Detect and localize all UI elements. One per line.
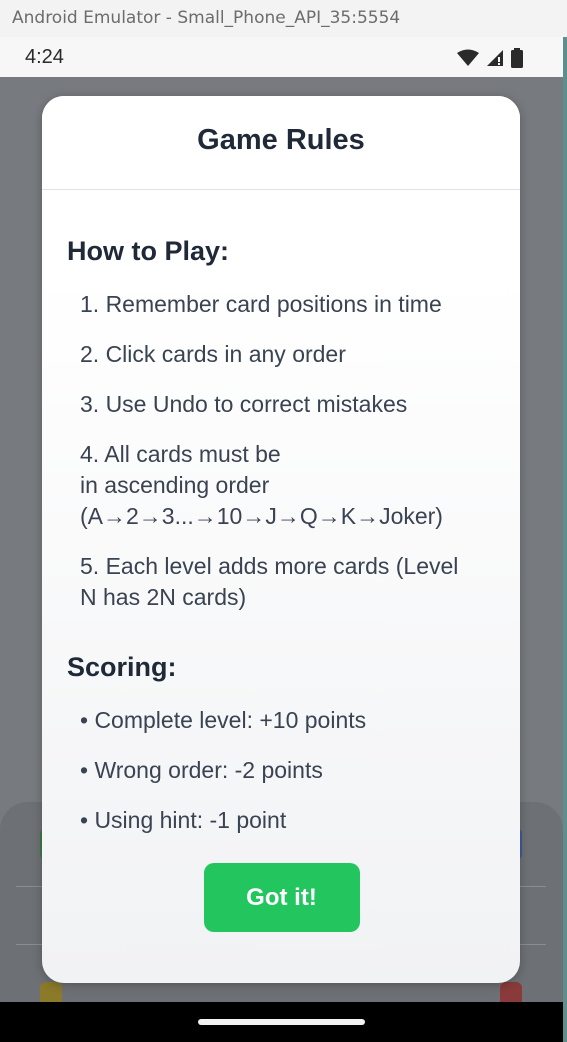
emulator-title-bar: Android Emulator - Small_Phone_API_35:55… bbox=[0, 0, 567, 37]
scoring-item: • Complete level: +10 points bbox=[80, 707, 367, 733]
signal-icon bbox=[487, 50, 503, 66]
navigation-bar bbox=[0, 1002, 563, 1042]
how-to-play-heading: How to Play: bbox=[67, 236, 230, 266]
modal-title: Game Rules bbox=[197, 124, 365, 156]
status-icons bbox=[457, 47, 523, 69]
scoring-heading: Scoring: bbox=[67, 652, 177, 682]
battery-icon bbox=[511, 48, 523, 68]
scoring-item: • Wrong order: -2 points bbox=[80, 757, 323, 783]
status-time: 4:24 bbox=[25, 46, 64, 68]
rule-item: 5. Each level adds more cards (Level bbox=[80, 553, 459, 579]
how-to-play-list: 1. Remember card positions in time 2. Cl… bbox=[67, 289, 496, 613]
phone-screen: 4:24 Game Rules How to Play: 1. Remember… bbox=[0, 37, 563, 1042]
status-bar: 4:24 bbox=[0, 37, 563, 77]
rule-item-continued: in ascending order bbox=[80, 472, 270, 498]
emulator-window: Android Emulator - Small_Phone_API_35:55… bbox=[0, 0, 567, 1042]
window-edge bbox=[563, 37, 567, 1042]
modal-header: Game Rules bbox=[42, 96, 520, 190]
scoring-item: • Using hint: -1 point bbox=[80, 807, 287, 833]
rule-item-continued: N has 2N cards) bbox=[80, 584, 247, 610]
rule-item: 4. All cards must be bbox=[80, 441, 281, 467]
rule-item: 3. Use Undo to correct mistakes bbox=[80, 391, 408, 417]
modal-body: How to Play: 1. Remember card positions … bbox=[42, 236, 520, 932]
rule-item-continued: (A→2→3...→10→J→Q→K→Joker) bbox=[80, 503, 443, 529]
wifi-icon bbox=[457, 49, 479, 66]
rules-modal: Game Rules How to Play: 1. Remember card… bbox=[42, 96, 520, 983]
button-row: Got it! bbox=[67, 863, 496, 932]
rule-item: 2. Click cards in any order bbox=[80, 341, 346, 367]
home-gesture-handle[interactable] bbox=[198, 1019, 365, 1025]
scoring-list: • Complete level: +10 points • Wrong ord… bbox=[67, 705, 496, 836]
rule-item: 1. Remember card positions in time bbox=[80, 291, 442, 317]
got-it-button[interactable]: Got it! bbox=[203, 863, 360, 932]
